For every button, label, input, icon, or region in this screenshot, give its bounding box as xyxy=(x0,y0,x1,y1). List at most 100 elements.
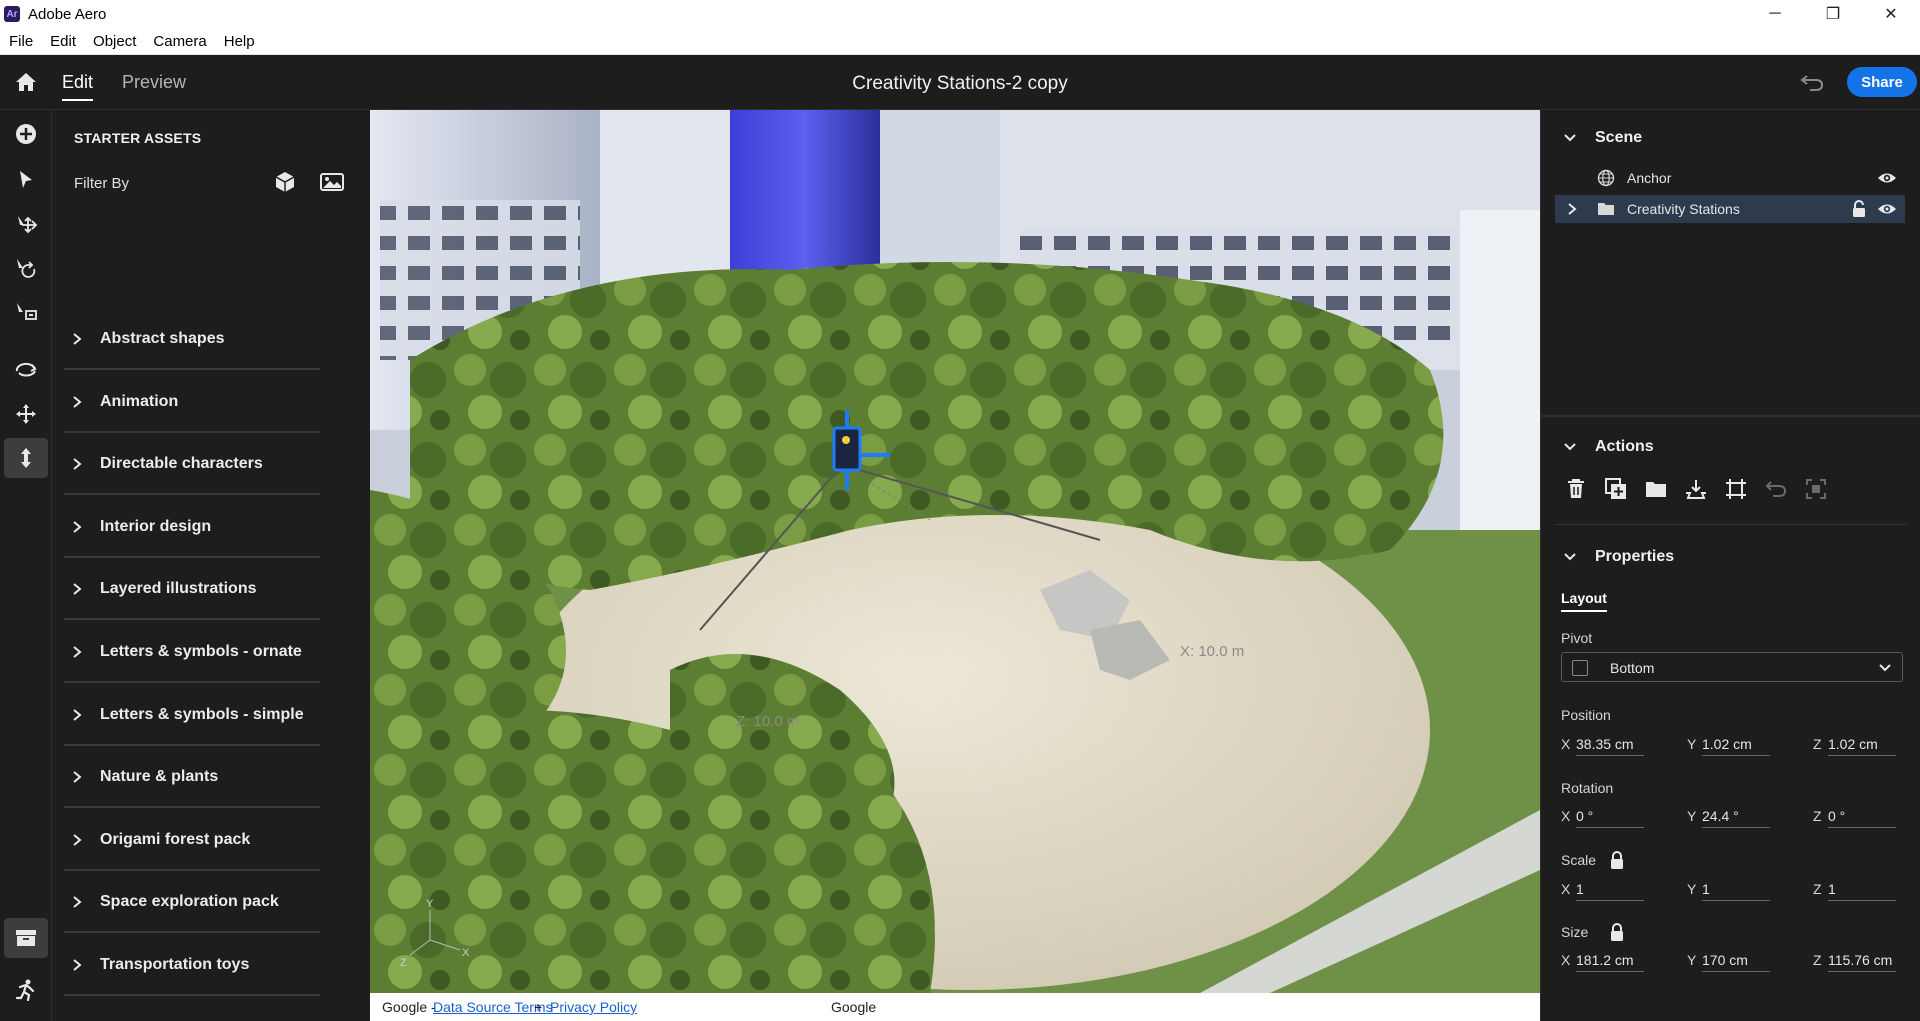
scene-item-anchor[interactable]: Anchor xyxy=(1555,164,1905,192)
scene-section-header[interactable]: Scene xyxy=(1563,129,1642,147)
select-icon[interactable] xyxy=(4,160,48,200)
chevron-right-icon xyxy=(73,395,82,408)
add-icon[interactable] xyxy=(4,114,48,154)
position-x-value[interactable]: 38.35 cm xyxy=(1576,736,1644,756)
duplicate-icon[interactable] xyxy=(1603,476,1629,502)
properties-title: Properties xyxy=(1595,548,1675,565)
close-button[interactable]: ✕ xyxy=(1862,0,1920,28)
rotation-x-value[interactable]: 0 ° xyxy=(1576,808,1644,828)
maximize-button[interactable]: ❐ xyxy=(1804,0,1862,28)
asset-category-item[interactable]: Letters & symbols - ornate xyxy=(64,621,320,683)
eye-icon[interactable] xyxy=(1877,201,1897,217)
group-icon[interactable] xyxy=(1643,476,1669,502)
asset-category-item[interactable]: Interior design xyxy=(64,496,320,558)
lock-icon[interactable] xyxy=(1609,922,1625,942)
scale-y-value[interactable]: 1 xyxy=(1702,881,1770,901)
chevron-right-icon xyxy=(73,896,82,909)
privacy-policy-link[interactable]: Privacy Policy xyxy=(550,999,637,1015)
behaviors-icon[interactable] xyxy=(4,970,48,1010)
menu-file[interactable]: File xyxy=(0,33,41,50)
properties-section-header[interactable]: Properties xyxy=(1563,548,1674,566)
asset-category-item[interactable]: Space exploration pack xyxy=(64,871,320,934)
asset-category-item[interactable]: Directable characters xyxy=(64,433,320,496)
size-z-value[interactable]: 115.76 cm xyxy=(1828,952,1896,972)
folder-icon xyxy=(1598,203,1614,215)
menu-camera[interactable]: Camera xyxy=(144,33,214,50)
minimize-button[interactable]: ─ xyxy=(1746,0,1804,28)
rotation-y-value[interactable]: 24.4 ° xyxy=(1702,808,1770,828)
asset-category-item[interactable]: Letters & symbols - simple xyxy=(64,684,320,746)
asset-category-label: Transportation toys xyxy=(100,956,250,973)
scale-x-value[interactable]: 1 xyxy=(1576,881,1644,901)
scene-viewport[interactable]: Y X Z X: 10.0 m Z: 10.0 m xyxy=(370,110,1540,993)
share-button[interactable]: Share xyxy=(1847,67,1917,97)
position-y-value[interactable]: 1.02 cm xyxy=(1702,736,1770,756)
chevron-right-icon xyxy=(73,771,82,783)
right-panel: Scene Anchor Creativity Stations Actions… xyxy=(1540,110,1920,1021)
pivot-label: Pivot xyxy=(1561,630,1593,646)
asset-category-item[interactable]: Origami forest pack xyxy=(64,809,320,871)
delete-icon[interactable] xyxy=(1563,476,1589,502)
scene-render[interactable]: Y X Z X: 10.0 m Z: 10.0 m xyxy=(370,110,1540,993)
asset-category-item[interactable]: Nature & plants xyxy=(64,746,320,809)
axis-letter: Y xyxy=(1687,952,1697,968)
chevron-right-icon[interactable] xyxy=(1567,203,1577,215)
actions-title: Actions xyxy=(1595,438,1654,455)
unlock-icon[interactable] xyxy=(1851,200,1867,218)
axis-letter: Z xyxy=(1813,808,1822,824)
menu-object[interactable]: Object xyxy=(84,33,144,50)
home-icon[interactable] xyxy=(14,71,38,93)
position-z-value[interactable]: 1.02 cm xyxy=(1828,736,1896,756)
scene-item-creativity-stations[interactable]: Creativity Stations xyxy=(1555,195,1905,223)
chevron-right-icon xyxy=(73,708,82,721)
assets-drawer-icon[interactable] xyxy=(4,918,48,958)
chevron-down-icon xyxy=(1564,134,1576,142)
tab-edit[interactable]: Edit xyxy=(62,72,94,101)
menu-help[interactable]: Help xyxy=(215,33,263,50)
eye-icon[interactable] xyxy=(1877,170,1897,186)
asset-category-label: Directable characters xyxy=(100,455,263,473)
asset-category-label: Origami forest pack xyxy=(100,830,251,848)
chevron-right-icon xyxy=(73,646,82,658)
reset-icon[interactable] xyxy=(1763,476,1789,502)
menu-edit[interactable]: Edit xyxy=(41,33,84,50)
cube-icon[interactable] xyxy=(273,170,297,194)
ungroup-icon[interactable] xyxy=(1803,476,1829,502)
axis-letter: X xyxy=(1561,881,1571,897)
lock-icon[interactable] xyxy=(1609,850,1625,870)
tool-rail xyxy=(0,110,52,1021)
tab-layout[interactable]: Layout xyxy=(1561,590,1607,612)
axis-letter: Y xyxy=(1687,736,1697,752)
size-label: Size xyxy=(1561,924,1589,940)
asset-category-item[interactable]: Animation xyxy=(64,371,320,433)
image-icon[interactable] xyxy=(319,170,345,194)
asset-category-item[interactable]: Abstract shapes xyxy=(64,308,320,370)
rotation-z-value[interactable]: 0 ° xyxy=(1828,808,1896,828)
pivot-dropdown[interactable]: Bottom xyxy=(1561,652,1903,682)
dolly-icon[interactable] xyxy=(4,438,48,478)
move-icon[interactable] xyxy=(4,204,48,244)
size-x-value[interactable]: 181.2 cm xyxy=(1576,952,1644,972)
fit-icon[interactable] xyxy=(1723,476,1749,502)
asset-category-label: Nature & plants xyxy=(100,768,219,786)
actions-section-header[interactable]: Actions xyxy=(1563,438,1654,456)
asset-category-label: Animation xyxy=(100,392,179,410)
scene-title: Scene xyxy=(1595,129,1643,146)
orbit-icon[interactable] xyxy=(4,350,48,390)
x-axis-distance-label: X: 10.0 m xyxy=(1180,643,1244,660)
tab-preview[interactable]: Preview xyxy=(122,72,186,93)
scale-icon[interactable] xyxy=(4,292,48,332)
undo-icon[interactable] xyxy=(1800,71,1826,93)
section-divider[interactable] xyxy=(1541,415,1920,417)
scale-z-value[interactable]: 1 xyxy=(1828,881,1896,901)
chevron-down-icon xyxy=(1879,664,1891,672)
axis-letter: Z xyxy=(1813,736,1822,752)
size-y-value[interactable]: 170 cm xyxy=(1702,952,1770,972)
asset-category-item[interactable]: Layered illustrations xyxy=(64,558,320,621)
asset-category-label: Interior design xyxy=(100,517,212,535)
gizmo-x-label: X xyxy=(462,947,470,959)
rotate-icon[interactable] xyxy=(4,248,48,288)
asset-category-item[interactable]: Transportation toys xyxy=(64,934,320,996)
pan-icon[interactable] xyxy=(4,394,48,434)
place-on-surface-icon[interactable] xyxy=(1683,476,1709,502)
